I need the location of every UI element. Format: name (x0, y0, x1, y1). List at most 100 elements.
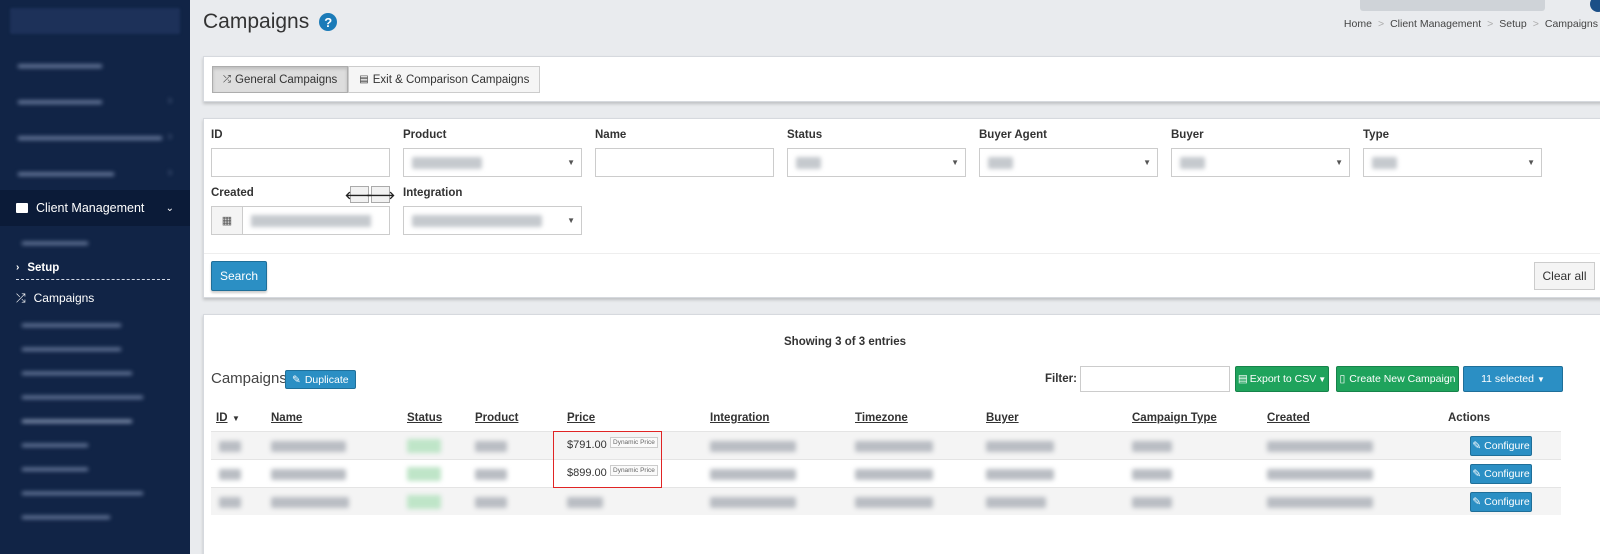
table-row[interactable]: $791.00 Dynamic Price ✎ Configure (211, 431, 1561, 459)
sidebar-search-input[interactable] (10, 8, 180, 34)
sidebar-subitem-blurred[interactable]: ▬▬▬▬▬▬▬▬▬▬▬ (0, 384, 190, 408)
cell-product (475, 441, 507, 452)
table-row[interactable]: ✎ Configure (211, 487, 1561, 515)
export-csv-button[interactable]: ▤ Export to CSV ▼ (1235, 366, 1329, 392)
sidebar-item-campaigns[interactable]: ⤮ Campaigns (0, 284, 190, 312)
configure-button[interactable]: ✎ Configure (1470, 436, 1532, 456)
sidebar-item-setup[interactable]: › Setup (16, 258, 170, 280)
status-select[interactable]: ▼ (787, 148, 966, 177)
sidebar-item-blurred[interactable]: ▬▬▬▬▬▬▬▬ › (0, 154, 190, 190)
sidebar-subitem-blurred[interactable]: ▬▬▬▬▬▬▬▬ (0, 504, 190, 528)
edit-icon: ✎ (292, 373, 301, 386)
cell-timezone (855, 441, 933, 452)
cell-created (1267, 497, 1373, 508)
product-select[interactable]: ▼ (403, 148, 582, 177)
caret-down-icon: ▼ (951, 158, 959, 167)
breadcrumb-home[interactable]: Home (1344, 18, 1372, 30)
column-header-timezone[interactable]: Timezone (855, 412, 908, 424)
buyer-agent-select[interactable]: ▼ (979, 148, 1158, 177)
column-header-status[interactable]: Status (407, 412, 442, 424)
top-bar-blurred (1360, 0, 1545, 11)
column-header-name[interactable]: Name (271, 412, 302, 424)
help-icon[interactable]: ? (319, 13, 338, 31)
breadcrumb-setup[interactable]: Setup (1499, 18, 1526, 30)
column-header-actions: Actions (1448, 412, 1491, 424)
caret-down-icon: ▼ (1537, 374, 1545, 384)
file-excel-icon: ▤ (1237, 373, 1248, 385)
sidebar-subitem-blurred[interactable]: ▬▬▬▬▬▬▬▬▬▬ (0, 360, 190, 384)
divider (204, 253, 1600, 254)
create-new-campaign-button[interactable]: ▯ Create New Campaign (1336, 366, 1459, 392)
sidebar-subitem-blurred[interactable]: ▬▬▬▬▬▬▬▬▬▬ (0, 408, 190, 432)
configure-button[interactable]: ✎ Configure (1470, 464, 1532, 484)
price-highlight-box (553, 431, 662, 488)
name-input[interactable] (595, 148, 774, 177)
tab-general-campaigns[interactable]: ⤮ General Campaigns (212, 66, 349, 93)
sidebar: ▬▬▬▬▬▬▬ ▬▬▬▬▬▬▬ › ▬▬▬▬▬▬▬▬▬▬▬▬ › ▬▬▬▬▬▬▬▬ ›… (0, 0, 190, 554)
sidebar-item-blurred[interactable]: ▬▬▬▬▬▬▬▬▬▬▬▬ › (0, 118, 190, 154)
sidebar-item-label: Campaigns (33, 291, 95, 305)
status-label: Status (787, 129, 823, 141)
created-label: Created (211, 187, 254, 199)
type-select[interactable]: ▼ (1363, 148, 1542, 177)
page-title: Campaigns ? (203, 10, 338, 34)
columns-selected-dropdown[interactable]: 11 selected ▼ (1463, 366, 1563, 392)
calendar-icon: ▦ (212, 207, 243, 234)
column-header-integration[interactable]: Integration (710, 412, 769, 424)
column-header-product[interactable]: Product (475, 412, 518, 424)
sidebar-item-blurred[interactable]: ▬▬▬▬▬▬▬ › (0, 82, 190, 118)
export-csv-label: Export to CSV (1249, 373, 1317, 385)
avatar[interactable] (1590, 0, 1600, 12)
column-header-price[interactable]: Price (567, 412, 595, 424)
cell-buyer (986, 441, 1054, 452)
column-header-id[interactable]: ID (216, 412, 228, 424)
configure-button[interactable]: ✎ Configure (1470, 492, 1532, 512)
sidebar-item-label: Setup (27, 261, 60, 274)
sidebar-subitem-blurred[interactable]: ▬▬▬▬▬▬ (0, 456, 190, 480)
create-campaign-label: Create New Campaign (1349, 373, 1456, 385)
campaign-tabs: ⤮ General Campaigns ▤ Exit & Comparison … (212, 66, 541, 93)
integration-select[interactable]: ▼ (403, 206, 582, 235)
sidebar-subitem-blurred[interactable]: ▬▬▬▬▬▬ (0, 432, 190, 456)
column-header-created[interactable]: Created (1267, 412, 1310, 424)
search-button[interactable]: Search (211, 261, 267, 291)
breadcrumb-client-management[interactable]: Client Management (1390, 18, 1481, 30)
duplicate-button[interactable]: ✎ Duplicate (285, 370, 356, 389)
sidebar-subitem-blurred[interactable]: ▬▬▬▬▬▬▬▬▬▬▬ (0, 480, 190, 504)
date-next-button[interactable]: 🡒 (366, 186, 395, 203)
sidebar-subitem-blurred[interactable]: ▬▬▬▬▬▬ (0, 230, 190, 254)
sidebar-item-blurred[interactable]: ▬▬▬▬▬▬▬ (0, 46, 190, 82)
sidebar-subitem-blurred[interactable]: ▬▬▬▬▬▬▬▬▬ (0, 336, 190, 360)
cell-campaign-type (1132, 441, 1172, 452)
status-badge (407, 467, 441, 481)
column-header-buyer[interactable]: Buyer (986, 412, 1019, 424)
campaign-tabs-card: ⤮ General Campaigns ▤ Exit & Comparison … (203, 56, 1600, 102)
status-badge (407, 439, 441, 453)
sidebar-subitem-blurred[interactable]: ▬▬▬▬▬▬▬▬▬ (0, 312, 190, 336)
buyer-select[interactable]: ▼ (1171, 148, 1350, 177)
cell-integration (710, 469, 796, 480)
showing-entries-text: Showing 3 of 3 entries (784, 336, 907, 348)
page-title-text: Campaigns (203, 10, 310, 33)
integration-label: Integration (403, 187, 463, 199)
tab-label: General Campaigns (235, 73, 338, 86)
id-label: ID (211, 129, 223, 141)
tab-exit-comparison-campaigns[interactable]: ▤ Exit & Comparison Campaigns (348, 66, 541, 93)
column-header-campaign-type[interactable]: Campaign Type (1132, 412, 1217, 424)
sidebar-item-client-management[interactable]: Client Management ⌄ (0, 190, 190, 226)
clear-all-button[interactable]: Clear all (1534, 262, 1595, 290)
file-icon: ▤ (359, 74, 369, 85)
cell-created (1267, 469, 1373, 480)
chevron-down-icon: ⌄ (165, 202, 174, 214)
caret-down-icon: ▼ (1527, 158, 1535, 167)
table-filter-input[interactable] (1080, 366, 1230, 392)
table-row[interactable]: $899.00 Dynamic Price ✎ Configure (211, 459, 1561, 487)
status-badge (407, 495, 441, 509)
cell-buyer (986, 469, 1054, 480)
created-date-range[interactable]: ▦ (211, 206, 390, 235)
cell-id (219, 497, 241, 508)
id-input[interactable] (211, 148, 390, 177)
filter-card: ID Product ▼ Name Status ▼ Buyer Agent ▼… (203, 118, 1600, 298)
table-title: Campaigns (211, 370, 287, 387)
shuffle-icon: ⤮ (16, 290, 26, 305)
